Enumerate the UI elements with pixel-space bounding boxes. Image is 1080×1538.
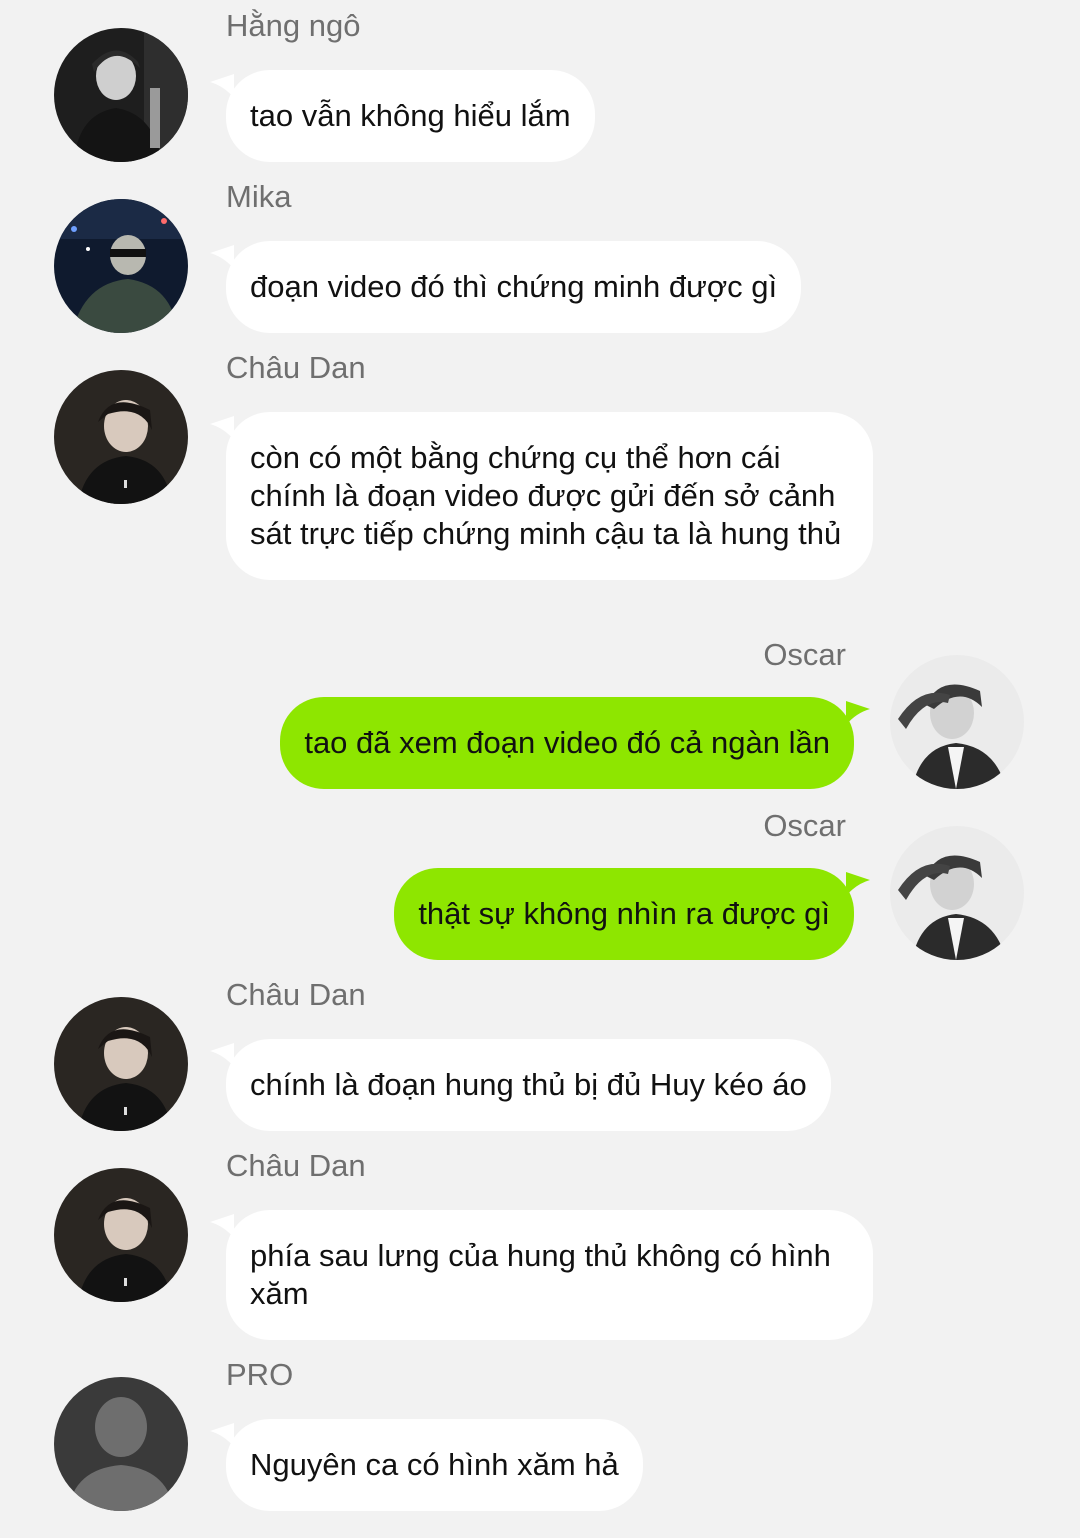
avatar-oscar[interactable] [890, 655, 1024, 789]
message-text: chính là đoạn hung thủ bị đủ Huy kéo áo [250, 1067, 807, 1102]
avatar-hang-ngo[interactable] [54, 28, 188, 162]
message-text: Nguyên ca có hình xăm hả [250, 1447, 619, 1482]
chat-screen: { "colors": { "background": "#f2f2f2", "… [0, 0, 1080, 1538]
sender-name: Châu Dan [226, 1148, 366, 1183]
message-bubble[interactable]: đoạn video đó thì chứng minh được gì [226, 241, 802, 333]
avatar-chau-dan[interactable] [54, 1168, 188, 1302]
avatar-mika[interactable] [54, 199, 188, 333]
message-text: còn có một bằng chứng cụ thể hơn cái chí… [250, 440, 845, 551]
message-text: đoạn video đó thì chứng minh được gì [250, 269, 778, 304]
default-avatar-icon[interactable] [54, 1377, 188, 1511]
message-text: tao đã xem đoạn video đó cả ngàn lần [304, 725, 830, 760]
message-bubble[interactable]: tao vẫn không hiểu lắm [226, 70, 595, 162]
message-text: phía sau lưng của hung thủ không có hình… [250, 1238, 840, 1311]
sender-name: Châu Dan [226, 977, 366, 1012]
message-bubble[interactable]: Nguyên ca có hình xăm hả [226, 1419, 643, 1511]
message-bubble[interactable]: chính là đoạn hung thủ bị đủ Huy kéo áo [226, 1039, 831, 1131]
avatar-chau-dan[interactable] [54, 370, 188, 504]
sender-name: Mika [226, 179, 292, 214]
sender-name: PRO [226, 1357, 294, 1392]
sender-name: Hằng ngô [226, 8, 361, 43]
sender-name: Oscar [763, 808, 846, 843]
avatar-chau-dan[interactable] [54, 997, 188, 1131]
sender-name: Châu Dan [226, 350, 366, 385]
message-text: tao vẫn không hiểu lắm [250, 98, 571, 133]
message-text: thật sự không nhìn ra được gì [418, 896, 830, 931]
message-bubble[interactable]: thật sự không nhìn ra được gì [394, 868, 854, 960]
sender-name: Oscar [763, 637, 846, 672]
message-bubble[interactable]: tao đã xem đoạn video đó cả ngàn lần [280, 697, 854, 789]
avatar-oscar[interactable] [890, 826, 1024, 960]
message-bubble[interactable]: còn có một bằng chứng cụ thể hơn cái chí… [226, 412, 873, 580]
message-bubble[interactable]: phía sau lưng của hung thủ không có hình… [226, 1210, 873, 1340]
